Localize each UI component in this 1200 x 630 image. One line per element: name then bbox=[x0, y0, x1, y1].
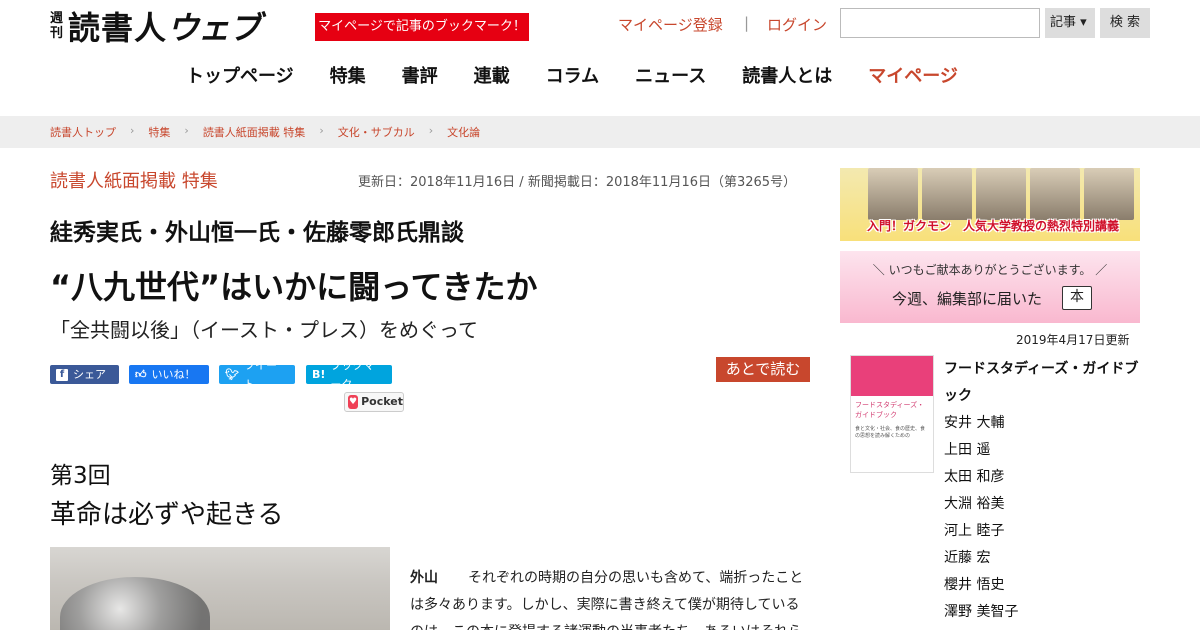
pocket-button[interactable]: ♥ Pocket bbox=[344, 392, 404, 412]
nav-about[interactable]: 読書人とは bbox=[742, 62, 832, 88]
portrait-image bbox=[976, 168, 1026, 220]
body-line: のは、この本に登場する諸運動の当事者たち、あるいはそれら bbox=[410, 619, 810, 630]
site-logo[interactable]: 週刊 読書人 ウェブ bbox=[50, 6, 261, 47]
article-speakers: 絓秀実氏・外山恒一氏・佐藤零郎氏鼎談 bbox=[50, 220, 464, 246]
breadcrumb-item[interactable]: 文化論 bbox=[447, 124, 480, 140]
tweet-label: ツイート bbox=[243, 358, 277, 391]
ad-caption: 入門！ガクモン 人気大学教授の熱烈特別講義 bbox=[866, 219, 1119, 233]
book-icon: 本 bbox=[1062, 286, 1092, 310]
read-later-button[interactable]: あとで読む bbox=[716, 357, 810, 382]
nav-mypage[interactable]: マイページ bbox=[868, 62, 958, 88]
nav-features[interactable]: 特集 bbox=[330, 62, 366, 88]
tweet-button[interactable]: 🐦︎ ツイート bbox=[219, 359, 295, 391]
author-name: 安井 大輔 bbox=[944, 415, 1005, 431]
page-title: “八九世代”はいかに闘ってきたか bbox=[50, 268, 538, 306]
logo-small-text: 週刊 bbox=[50, 11, 64, 41]
breadcrumb-item[interactable]: 文化・サブカル bbox=[338, 124, 415, 140]
hatena-bookmark-button[interactable]: B! ブックマーク bbox=[306, 359, 392, 391]
nav-series[interactable]: 連載 bbox=[474, 62, 510, 88]
breadcrumb-item[interactable]: 読書人トップ bbox=[50, 124, 116, 140]
main-nav: トップページ 特集 書評 連載 コラム ニュース 読書人とは マイページ bbox=[186, 62, 994, 88]
body-line: 外山 それぞれの時期の自分の思いも含めて、端折ったこと bbox=[410, 565, 810, 592]
lecture-ad-banner[interactable]: 入門！ガクモン 人気大学教授の熱烈特別講義 bbox=[840, 168, 1140, 241]
portrait-image bbox=[922, 168, 972, 220]
nav-top[interactable]: トップページ bbox=[186, 62, 294, 88]
mypage-bookmark-banner[interactable]: マイページで記事のブックマーク！ bbox=[315, 13, 529, 41]
author-name: 近藤 宏 bbox=[944, 550, 991, 566]
article-dates: 更新日：2018年11月16日 / 新聞掲載日：2018年11月16日（第326… bbox=[358, 175, 797, 190]
author-name: 澤野 美智子 bbox=[944, 604, 1019, 620]
author-name: 河上 睦子 bbox=[944, 523, 1005, 539]
search-input[interactable] bbox=[840, 8, 1040, 38]
facebook-like-label: いいね！ bbox=[151, 368, 196, 381]
author-name: 上田 遥 bbox=[944, 442, 991, 458]
register-link[interactable]: マイページ登録 bbox=[618, 14, 723, 35]
nav-reviews[interactable]: 書評 bbox=[402, 62, 438, 88]
pocket-icon: ♥ bbox=[348, 395, 359, 409]
updated-date: 2019年4月17日更新 bbox=[1016, 333, 1130, 347]
facebook-share-label: シェア bbox=[73, 368, 106, 381]
article-category[interactable]: 読書人紙面掲載 特集 bbox=[50, 167, 218, 193]
facebook-like-button[interactable]: 👍︎ いいね！ bbox=[129, 365, 209, 384]
new-books-banner[interactable]: ＼ いつもご献本ありがとうございます。 ／ 今週、編集部に届いた 本 bbox=[840, 251, 1140, 323]
facebook-share-button[interactable]: f シェア bbox=[50, 365, 119, 384]
logo-web-text: ウェブ bbox=[167, 9, 261, 47]
nav-news[interactable]: ニュース bbox=[635, 62, 706, 88]
chevron-right-icon: › bbox=[319, 124, 324, 137]
photo-subject bbox=[60, 577, 210, 630]
banner-headline: 今週、編集部に届いた bbox=[892, 290, 1043, 308]
search-type-select[interactable]: 記事 ▾ bbox=[1045, 8, 1095, 38]
banner-tagline: ＼ いつもご献本ありがとうございます。 ／ bbox=[872, 263, 1108, 277]
search-button[interactable]: 検 索 bbox=[1100, 8, 1150, 38]
header-separator: | bbox=[744, 14, 750, 32]
book-authors: 安井 大輔 上田 遥 太田 和彦 大淵 裕美 河上 睦子 近藤 宏 櫻井 悟史 … bbox=[944, 410, 1018, 626]
hatena-icon: B! bbox=[312, 368, 326, 381]
article-photo bbox=[50, 547, 390, 630]
author-name: 太田 和彦 bbox=[944, 469, 1005, 485]
chevron-right-icon: › bbox=[428, 124, 434, 137]
thumbs-up-icon: 👍︎ bbox=[135, 368, 147, 381]
chapter-number: 第3回 bbox=[50, 463, 111, 489]
pocket-label: Pocket bbox=[361, 395, 403, 408]
chevron-right-icon: › bbox=[184, 124, 189, 137]
article-body: 外山 それぞれの時期の自分の思いも含めて、端折ったこと は多々あります。しかし、実… bbox=[410, 565, 810, 630]
portrait-image bbox=[1084, 168, 1134, 220]
book-title[interactable]: フードスタディーズ・ガイドブック bbox=[944, 356, 1140, 410]
breadcrumb-item[interactable]: 読書人紙面掲載 特集 bbox=[203, 124, 306, 140]
book-cover-image[interactable]: フードスタディーズ・ガイドブック 食と文化・社会、食の歴史、食の思想を読み解くた… bbox=[850, 355, 934, 473]
cover-band bbox=[851, 356, 933, 396]
portrait-image bbox=[868, 168, 918, 220]
hatena-label: ブックマーク bbox=[330, 358, 375, 391]
body-line: は多々あります。しかし、実際に書き終えて僕が期待している bbox=[410, 597, 800, 613]
chevron-right-icon: › bbox=[130, 124, 135, 137]
nav-columns[interactable]: コラム bbox=[546, 62, 599, 88]
logo-main-text: 読書人 bbox=[68, 9, 168, 47]
author-name: 櫻井 悟史 bbox=[944, 577, 1005, 593]
cover-note: 食と文化・社会、食の歴史、食の思想を読み解くための bbox=[855, 426, 926, 439]
chapter-title: 革命は必ずや起きる bbox=[50, 500, 284, 530]
twitter-bird-icon: 🐦︎ bbox=[225, 368, 239, 381]
breadcrumb: 読書人トップ › 特集 › 読書人紙面掲載 特集 › 文化・サブカル › 文化論 bbox=[50, 124, 494, 140]
login-link[interactable]: ログイン bbox=[767, 14, 827, 35]
ad-portraits bbox=[868, 168, 1134, 220]
body-line-text: それぞれの時期の自分の思いも含めて、端折ったこと bbox=[468, 570, 804, 586]
breadcrumb-item[interactable]: 特集 bbox=[148, 124, 170, 140]
cover-title: フードスタディーズ・ガイドブック bbox=[855, 401, 925, 419]
portrait-image bbox=[1030, 168, 1080, 220]
facebook-icon: f bbox=[56, 368, 68, 381]
speaker-tag: 外山 bbox=[410, 570, 438, 586]
article-subtitle: 「全共闘以後」（イースト・プレス）をめぐって bbox=[50, 318, 478, 342]
author-name: 大淵 裕美 bbox=[944, 496, 1005, 512]
